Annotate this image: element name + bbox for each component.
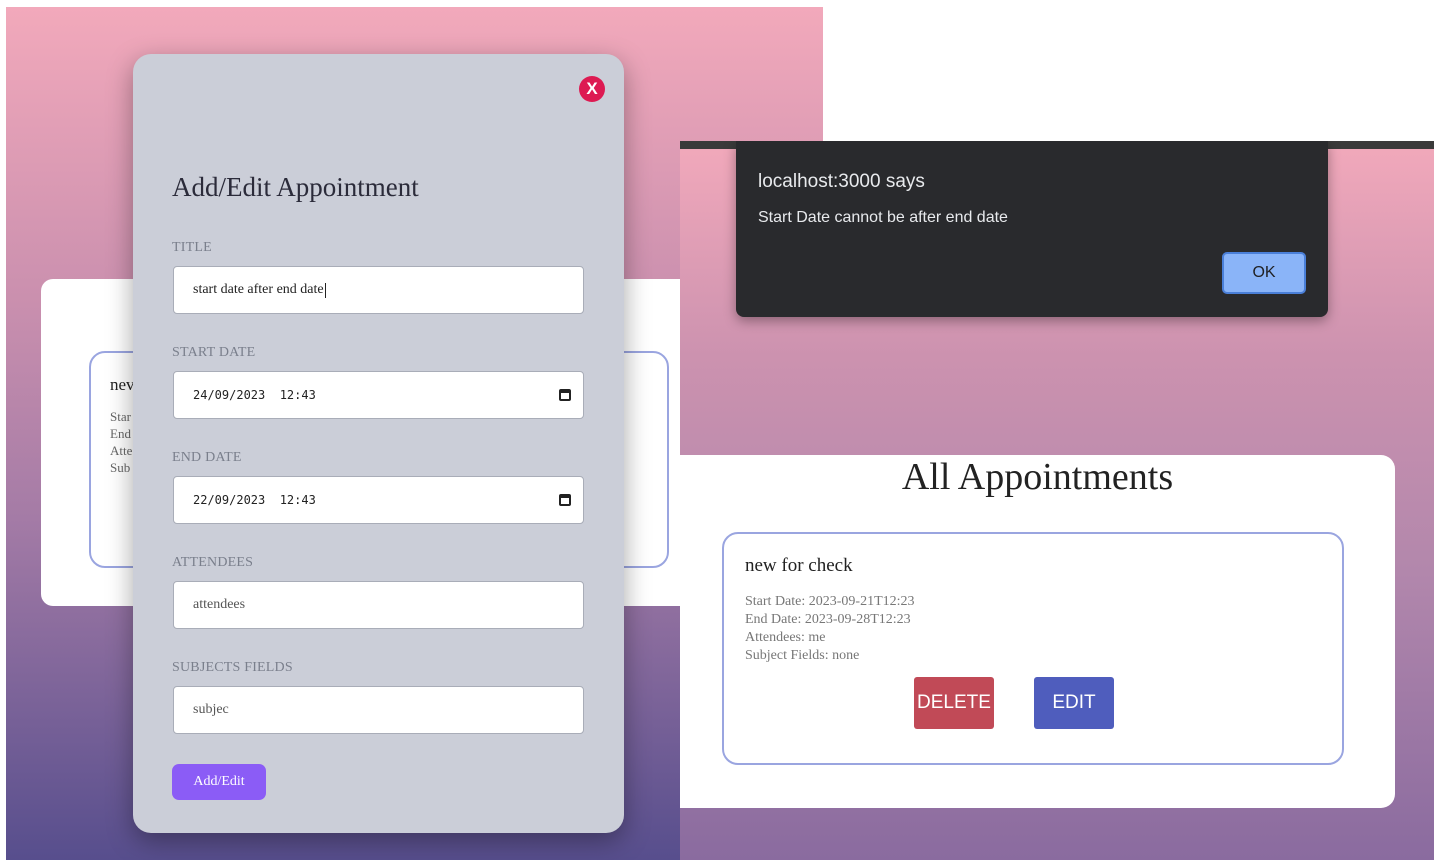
start-date-input[interactable]: 24/09/2023 12:43: [173, 371, 584, 419]
appointments-panel: All Appointments new for check Start Dat…: [680, 455, 1395, 808]
appointment-start-date: Start Date: 2023-09-21T12:23: [745, 594, 915, 609]
delete-button-label: DELETE: [917, 692, 991, 713]
text-caret: [324, 282, 326, 298]
background-card-line: End: [110, 426, 131, 441]
background-card-line: Atte: [110, 443, 133, 458]
appointment-card: new for check Start Date: 2023-09-21T12:…: [722, 532, 1344, 765]
page-title: All Appointments: [901, 456, 1174, 498]
end-date-label: END DATE: [172, 450, 242, 465]
calendar-icon[interactable]: [559, 389, 571, 401]
delete-button[interactable]: DELETE: [914, 677, 994, 729]
alert-ok-button[interactable]: OK: [1222, 252, 1306, 294]
add-edit-button[interactable]: Add/Edit: [172, 764, 266, 800]
subjects-input-value: subjec: [193, 702, 229, 717]
right-screenshot: localhost:3000 says Start Date cannot be…: [680, 141, 1434, 860]
title-input[interactable]: start date after end date: [173, 266, 584, 314]
attendees-input[interactable]: attendees: [173, 581, 584, 629]
start-date-value: 24/09/2023 12:43: [193, 388, 316, 402]
calendar-icon[interactable]: [559, 494, 571, 506]
appointment-title: new for check: [745, 555, 853, 576]
appointment-end-date: End Date: 2023-09-28T12:23: [745, 612, 911, 627]
modal-title: Add/Edit Appointment: [172, 172, 419, 202]
title-label: TITLE: [172, 240, 212, 255]
close-icon[interactable]: X: [579, 76, 605, 102]
appointment-attendees: Attendees: me: [745, 630, 826, 645]
subjects-input[interactable]: subjec: [173, 686, 584, 734]
browser-alert-dialog: localhost:3000 says Start Date cannot be…: [736, 141, 1328, 317]
alert-message: Start Date cannot be after end date: [758, 209, 1008, 226]
background-card-line: Sub: [110, 460, 131, 475]
alert-origin: localhost:3000 says: [758, 171, 925, 192]
end-date-value: 22/09/2023 12:43: [193, 493, 316, 507]
title-input-value: start date after end date: [193, 282, 324, 297]
close-label: X: [586, 79, 598, 98]
appointment-subject-fields: Subject Fields: none: [745, 648, 860, 663]
edit-button-label: EDIT: [1052, 692, 1096, 713]
attendees-input-value: attendees: [193, 597, 246, 612]
end-date-input[interactable]: 22/09/2023 12:43: [173, 476, 584, 524]
subjects-label: SUBJECTS FIELDS: [172, 660, 293, 675]
background-card-title: nev: [110, 375, 135, 394]
edit-button[interactable]: EDIT: [1034, 677, 1114, 729]
add-edit-appointment-modal: X Add/Edit Appointment TITLE start date …: [133, 54, 624, 833]
alert-ok-label: OK: [1252, 264, 1276, 281]
attendees-label: ATTENDEES: [172, 555, 254, 570]
background-card-line: Star: [110, 409, 131, 424]
start-date-label: START DATE: [172, 345, 256, 360]
add-edit-button-label: Add/Edit: [193, 774, 245, 789]
